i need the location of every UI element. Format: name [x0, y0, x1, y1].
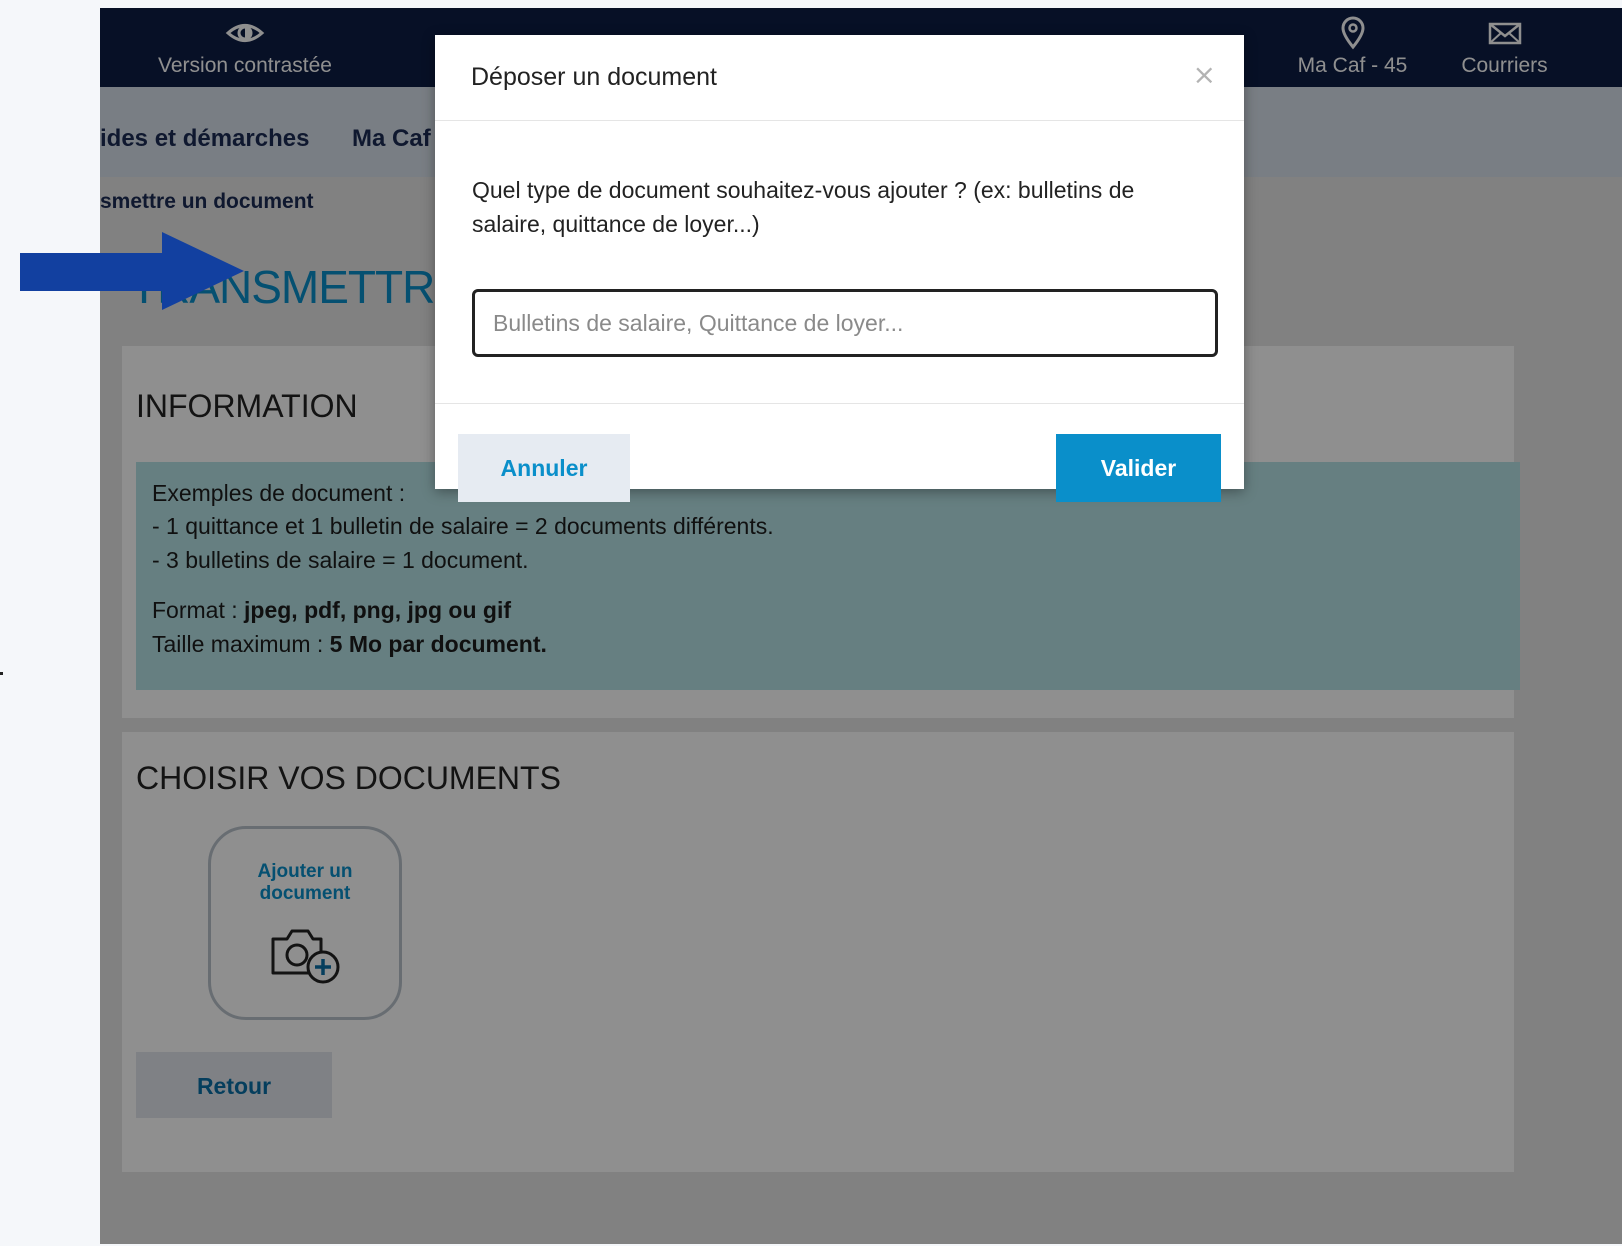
page-margin — [0, 0, 100, 1246]
dialog-title: Déposer un document — [471, 63, 717, 91]
document-type-question: Quel type de document souhaitez-vous ajo… — [472, 177, 1135, 237]
cancel-button[interactable]: Annuler — [458, 434, 630, 502]
document-type-input[interactable] — [472, 289, 1218, 357]
upload-dialog: Déposer un document × Quel type de docum… — [435, 35, 1244, 502]
dialog-footer: Annuler Valider — [435, 403, 1244, 502]
submit-button[interactable]: Valider — [1056, 434, 1221, 502]
dialog-body: Quel type de document souhaitez-vous ajo… — [435, 121, 1244, 403]
margin-mark — [0, 672, 3, 675]
close-icon[interactable]: × — [1187, 57, 1222, 92]
dialog-header: Déposer un document × — [435, 35, 1244, 121]
arrow-right-icon — [20, 232, 244, 310]
